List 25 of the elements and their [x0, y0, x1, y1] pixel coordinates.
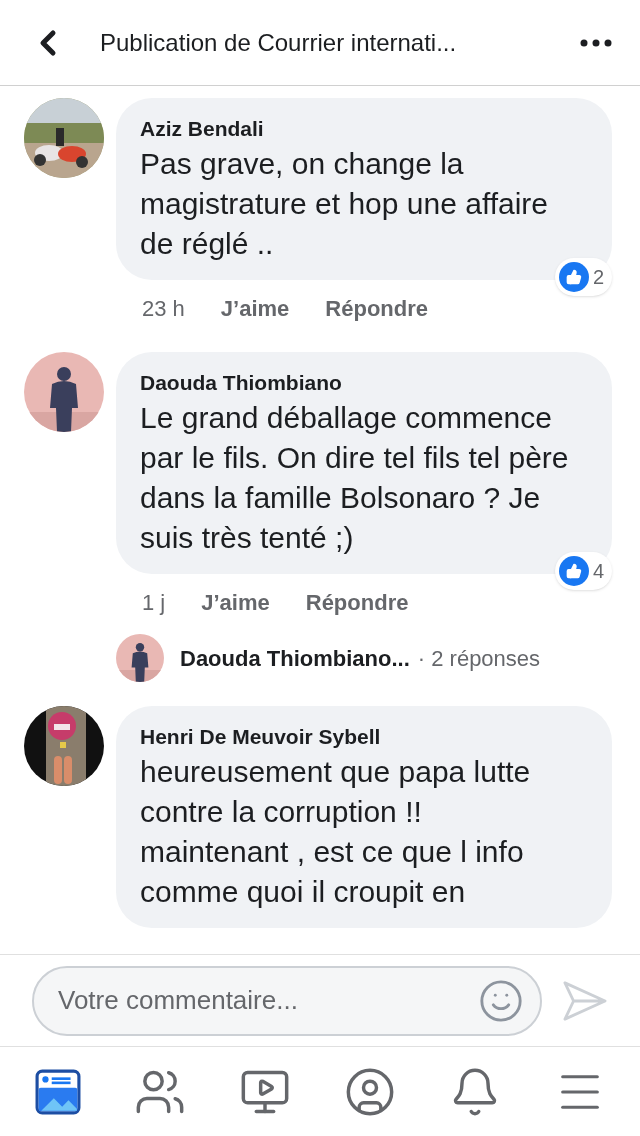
reaction-badge[interactable]: 4 [554, 552, 612, 590]
comment-text: heureusement que papa lutte contre la corruption !! maintenant , est ce que l info comme quoi il croupit en [140, 754, 532, 910]
comment-text: Pas grave, on change la magistrature et hop une affaire de réglé .. [140, 146, 550, 262]
like-link[interactable]: J’aime [201, 585, 270, 619]
replies-preview[interactable]: Daouda Thiombiano... · 2 réponses [0, 634, 640, 682]
like-icon [558, 556, 589, 586]
emoji-icon[interactable] [478, 977, 524, 1024]
more-icon[interactable] [580, 38, 612, 47]
comment-time: 1 j [142, 588, 166, 617]
reply-count: · 2 réponses [417, 644, 541, 673]
reply-author: Daouda Thiombiano... [180, 644, 410, 673]
comment-author[interactable]: Aziz Bendali [140, 114, 571, 144]
news-feed-icon[interactable] [34, 1068, 81, 1115]
comment-author[interactable]: Daouda Thiombiano [140, 368, 571, 398]
like-icon [558, 262, 589, 292]
reaction-count: 4 [592, 559, 604, 584]
reaction-count: 2 [592, 265, 604, 290]
comment-time: 23 h [142, 294, 185, 323]
reaction-badge[interactable]: 2 [554, 258, 612, 296]
like-link[interactable]: J’aime [220, 291, 290, 325]
comment-author[interactable]: Henri De Meuvoir Sybell [140, 722, 571, 752]
reply-link[interactable]: Répondre [305, 585, 409, 619]
comment-field[interactable]: Votre commentaire... [32, 965, 542, 1036]
reply-link[interactable]: Répondre [325, 291, 428, 325]
page-title: Publication de Courrier internati... [100, 27, 458, 58]
